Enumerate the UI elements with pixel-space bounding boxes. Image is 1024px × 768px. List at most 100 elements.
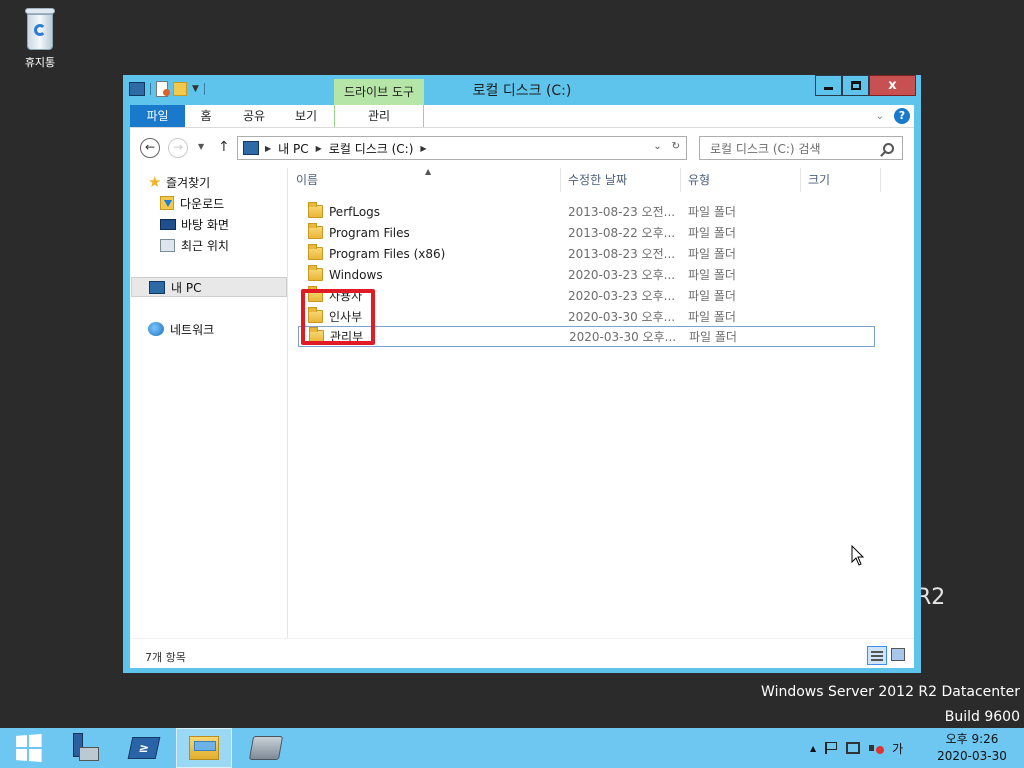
server-manager-button[interactable] [56, 728, 112, 768]
nav-desktop[interactable]: 바탕 화면 [160, 214, 229, 234]
file-row[interactable]: Program Files (x86) 2013-08-23 오전... 파일 … [298, 243, 875, 264]
powershell-button[interactable]: ≥ [116, 728, 172, 768]
volume-muted-icon[interactable] [869, 742, 885, 754]
nav-favorites-label: 즐겨찾기 [166, 175, 211, 190]
nav-downloads[interactable]: 다운로드 [160, 193, 224, 213]
column-header-date[interactable]: 수정한 날짜 [561, 168, 681, 192]
new-folder-icon[interactable] [173, 82, 187, 96]
breadcrumb-this-pc[interactable]: 내 PC [278, 140, 308, 157]
sort-ascending-icon: ▲ [425, 167, 432, 176]
tab-view[interactable]: 보기 [286, 105, 326, 127]
file-date: 2020-03-23 오후... [568, 268, 676, 282]
clock[interactable]: 오후 9:26 2020-03-30 [930, 731, 1014, 765]
breadcrumb-local-disk[interactable]: 로컬 디스크 (C:) [329, 140, 414, 157]
network-status-icon[interactable] [846, 742, 861, 754]
annotation-highlight-box [301, 289, 375, 345]
file-date: 2013-08-23 오전... [568, 247, 676, 261]
file-date: 2020-03-30 오후... [569, 330, 677, 344]
computer-icon[interactable] [129, 82, 145, 96]
file-list: ▲ 이름 수정한 날짜 유형 크기 PerfLogs 2013-08-23 오전… [289, 167, 914, 638]
breadcrumb-chevron-icon[interactable]: ▶ [420, 144, 426, 153]
minimize-button[interactable] [815, 75, 842, 96]
file-row[interactable]: PerfLogs 2013-08-23 오전... 파일 폴더 [298, 201, 875, 222]
qat-separator [150, 83, 151, 95]
nav-downloads-label: 다운로드 [180, 196, 225, 211]
ime-indicator[interactable]: 가 [892, 740, 903, 757]
nav-network-label: 네트워크 [170, 322, 215, 337]
close-button[interactable]: x [869, 75, 916, 96]
network-icon [148, 322, 164, 336]
customize-qat-icon[interactable]: ▼ [192, 84, 199, 94]
desktop-icon [160, 218, 176, 230]
address-row: ← → ▼ ↑ ▶ 내 PC ▶ 로컬 디스크 (C:) ▶ ⌄ ↻ 로컬 디스… [130, 128, 914, 168]
folder-icon [308, 244, 323, 260]
file-row[interactable]: Windows 2020-03-23 오후... 파일 폴더 [298, 264, 875, 285]
clock-date: 2020-03-30 [937, 749, 1007, 763]
file-type: 파일 폴더 [688, 247, 736, 261]
file-row[interactable]: Program Files 2013-08-22 오후... 파일 폴더 [298, 222, 875, 243]
address-bar[interactable]: ▶ 내 PC ▶ 로컬 디스크 (C:) ▶ ⌄ ↻ [237, 136, 687, 160]
back-button[interactable]: ← [140, 138, 160, 158]
column-header-name[interactable]: ▲ 이름 [289, 167, 561, 192]
large-icons-view-button[interactable] [891, 648, 905, 661]
recycle-bin-icon [23, 6, 57, 50]
recycle-bin[interactable]: 휴지통 [12, 6, 68, 70]
folder-icon [308, 265, 323, 281]
tab-home[interactable]: 홈 [192, 105, 220, 127]
nav-favorites[interactable]: ★ 즐겨찾기 [148, 172, 210, 192]
computer-icon [243, 141, 259, 155]
taskbar: ≥ ▲ 가 오후 9:26 2020-03-30 [0, 728, 1024, 768]
drive-tools-header: 드라이브 도구 [334, 79, 424, 105]
windows-logo-icon [16, 734, 42, 762]
recent-locations-icon[interactable]: ▼ [198, 142, 204, 151]
qat-separator [203, 83, 205, 95]
status-bar: 7개 항목 [130, 638, 914, 669]
explorer-client: ← → ▼ ↑ ▶ 내 PC ▶ 로컬 디스크 (C:) ▶ ⌄ ↻ 로컬 디스… [130, 127, 914, 668]
properties-icon[interactable] [156, 81, 170, 97]
file-type: 파일 폴더 [688, 289, 736, 303]
help-icon[interactable]: ? [894, 108, 910, 124]
mouse-cursor-icon [851, 545, 865, 566]
recycle-bin-label: 휴지통 [24, 56, 56, 69]
system-tray: ▲ 가 [810, 728, 903, 768]
breadcrumb-chevron-icon[interactable]: ▶ [316, 144, 322, 153]
up-button[interactable]: ↑ [218, 139, 230, 155]
item-count: 7개 항목 [145, 651, 186, 664]
column-header-type[interactable]: 유형 [681, 168, 801, 192]
column-header-size[interactable]: 크기 [801, 168, 881, 192]
show-hidden-icons-icon[interactable]: ▲ [810, 744, 816, 753]
start-button[interactable] [0, 728, 56, 768]
breadcrumb-chevron-icon[interactable]: ▶ [265, 144, 271, 153]
file-date: 2013-08-22 오후... [568, 226, 676, 240]
file-row-selected[interactable]: 관리부 2020-03-30 오후... 파일 폴더 [298, 326, 875, 347]
navigation-pane: ★ 즐겨찾기 다운로드 바탕 화면 최근 위치 내 PC 네트워크 [130, 168, 288, 638]
details-view-button[interactable] [867, 646, 887, 665]
nav-this-pc[interactable]: 내 PC [131, 277, 287, 297]
search-icon[interactable] [883, 142, 894, 154]
refresh-icon[interactable]: ↻ [672, 141, 680, 152]
nav-recent-label: 최근 위치 [181, 238, 229, 253]
file-row[interactable]: 사용자 2020-03-23 오후... 파일 폴더 [298, 285, 875, 306]
maximize-button[interactable] [842, 75, 869, 96]
title-bar[interactable]: ▼ 드라이브 도구 로컬 디스크 (C:) x [123, 75, 921, 105]
server-manager-icon [71, 733, 99, 763]
nav-this-pc-label: 내 PC [171, 280, 202, 295]
tab-file[interactable]: 파일 [130, 105, 185, 127]
address-history-icon[interactable]: ⌄ [653, 141, 661, 152]
file-row[interactable]: 인사부 2020-03-30 오후... 파일 폴더 [298, 306, 875, 327]
recent-places-icon [160, 238, 175, 252]
expand-ribbon-icon[interactable]: ⌄ [876, 111, 884, 122]
folder-icon [308, 202, 323, 218]
nav-recent[interactable]: 최근 위치 [160, 235, 229, 255]
nav-network[interactable]: 네트워크 [148, 319, 214, 339]
file-explorer-button[interactable] [176, 728, 232, 768]
explorer-window: ▼ 드라이브 도구 로컬 디스크 (C:) x 파일 홈 공유 보기 관리 ⌄ … [123, 75, 921, 673]
admin-tools-button[interactable] [238, 728, 294, 768]
tab-manage[interactable]: 관리 [334, 105, 424, 127]
folder-icon [308, 223, 323, 239]
action-center-flag-icon[interactable] [825, 742, 838, 754]
tab-share[interactable]: 공유 [234, 105, 274, 127]
search-input[interactable]: 로컬 디스크 (C:) 검색 [699, 136, 903, 160]
forward-button[interactable]: → [168, 138, 188, 158]
file-date: 2013-08-23 오전... [568, 205, 676, 219]
